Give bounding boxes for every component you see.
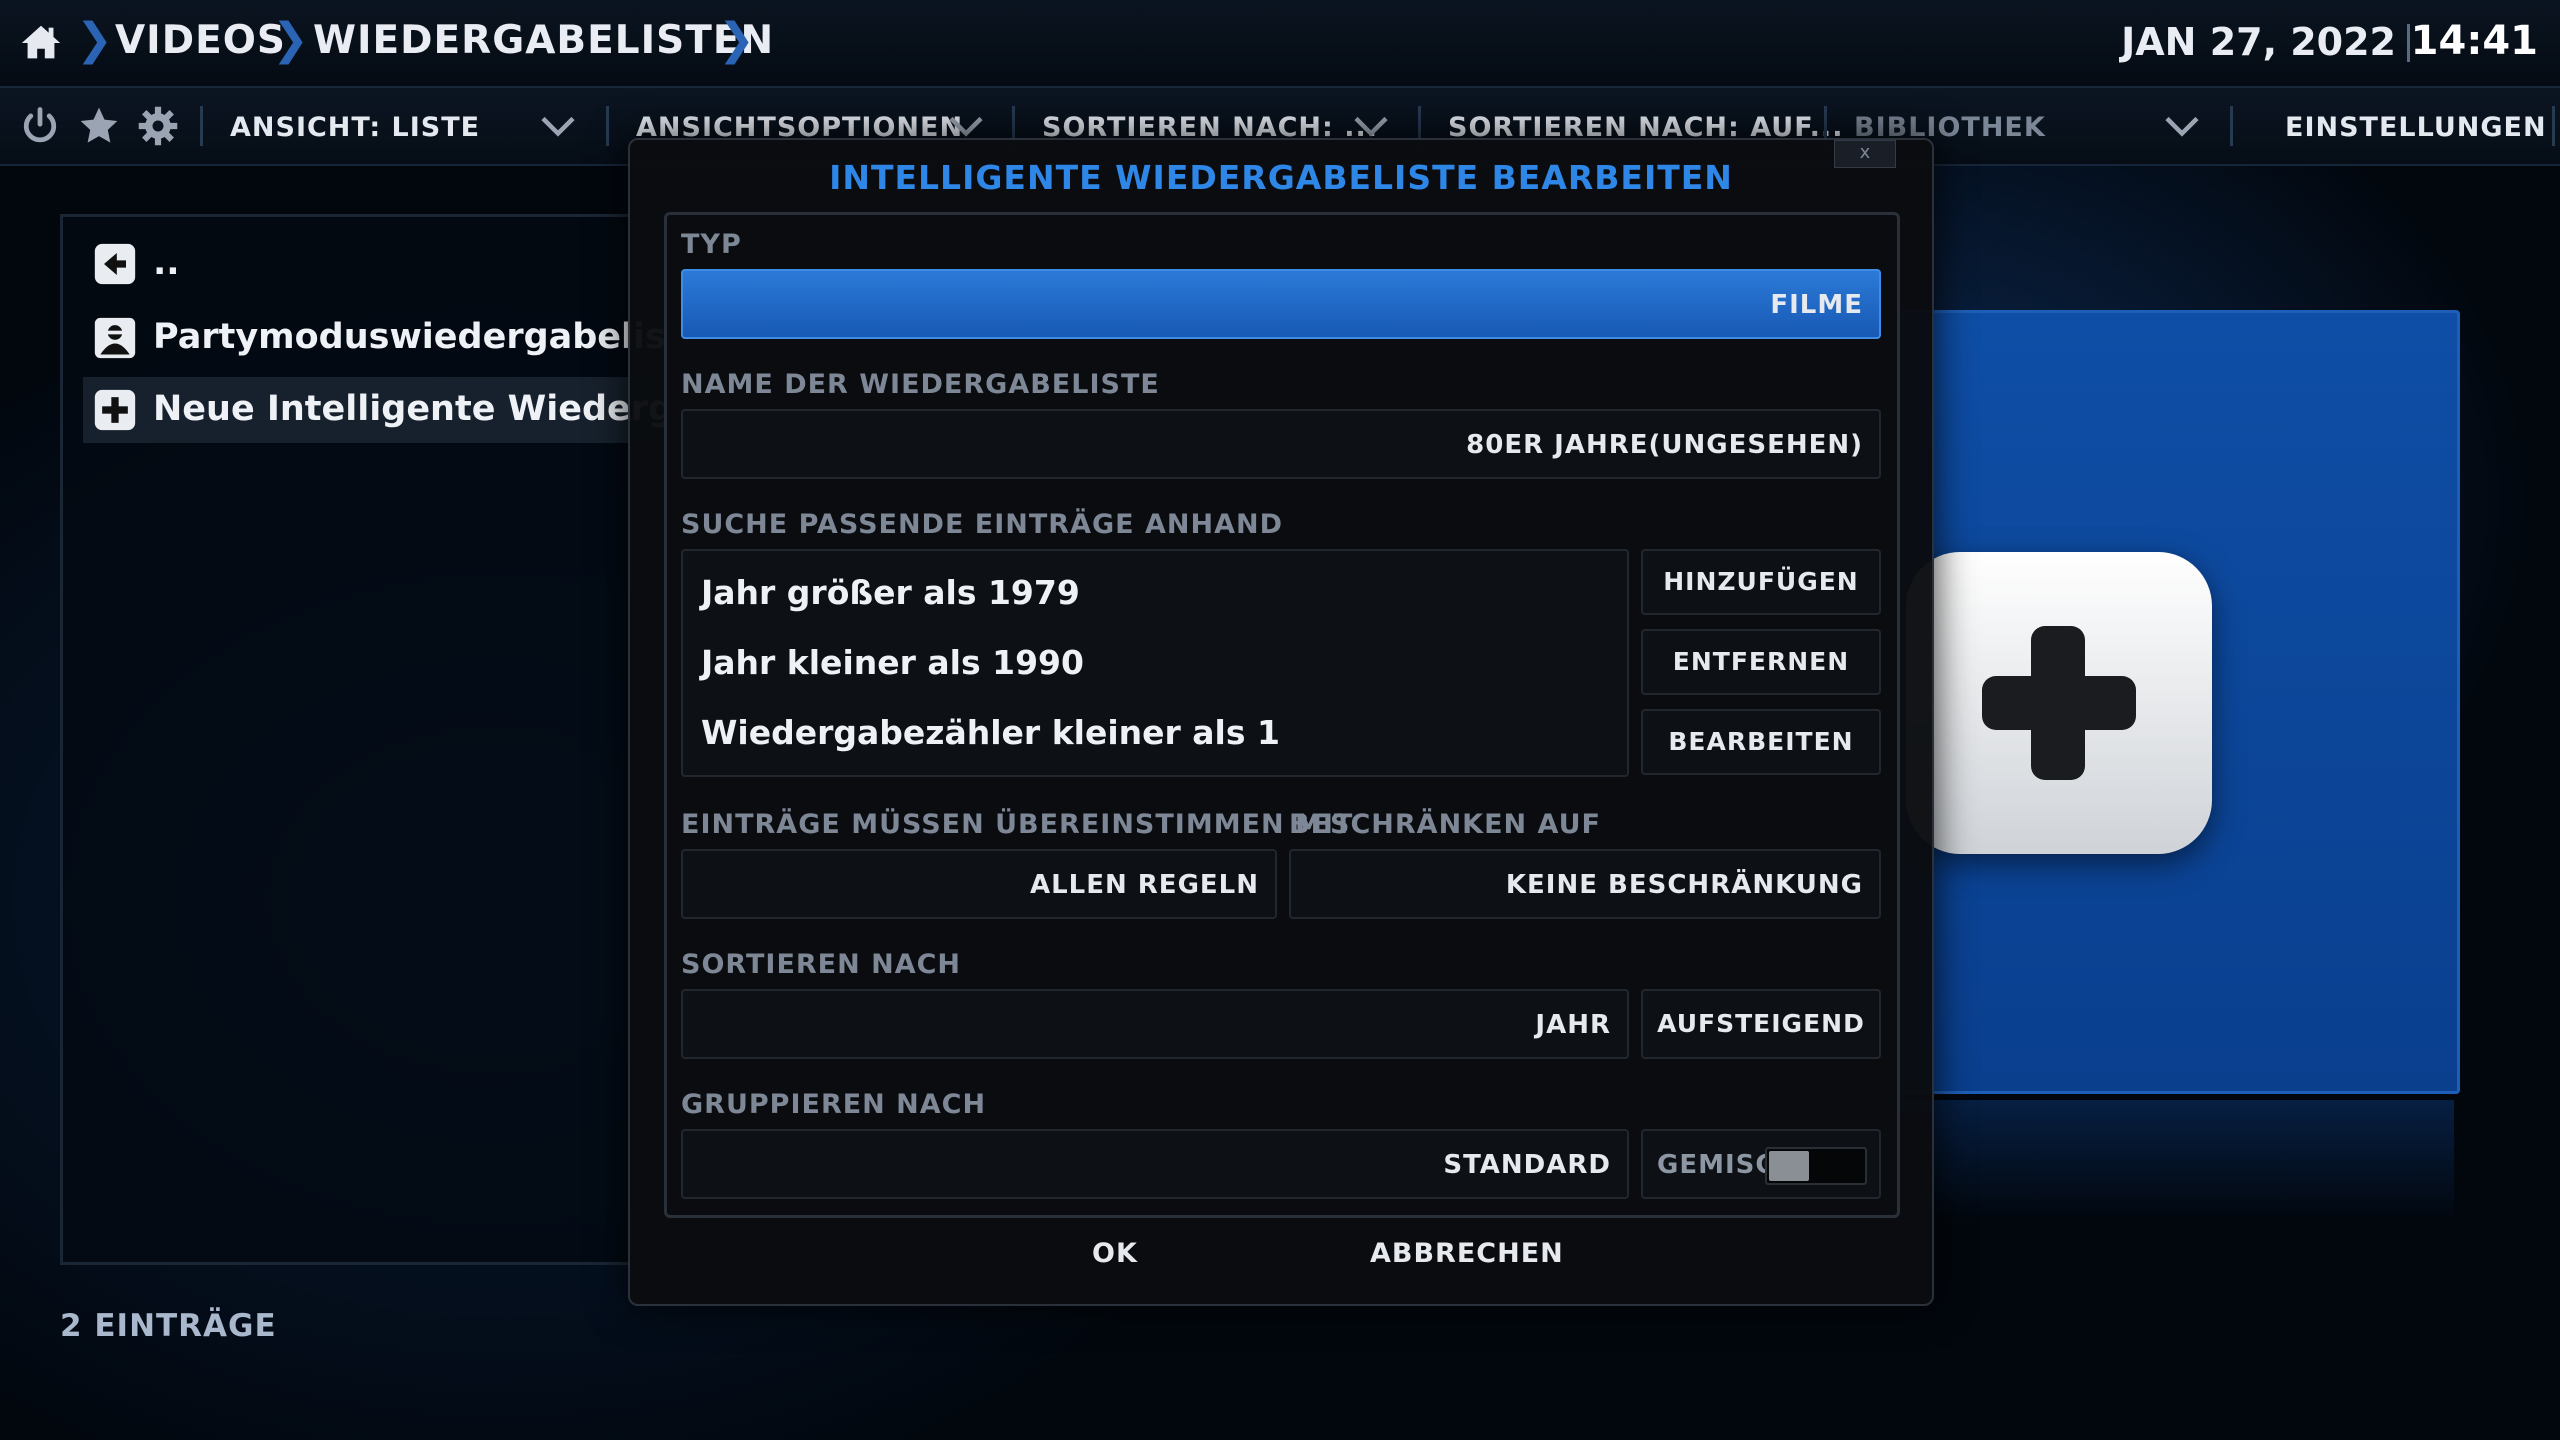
rules-list: Jahr größer als 1979 Jahr kleiner als 19… [681, 549, 1629, 777]
list-item-new-smart-playlist[interactable]: Neue Intelligente Wiedergabeliste... [83, 377, 871, 443]
breadcrumb-separator-icon: ❯ [76, 14, 113, 65]
playlist-list: .. Partymoduswiedergabeliste Neue Intell… [60, 214, 871, 1265]
rule-item[interactable]: Wiedergabezähler kleiner als 1 [701, 713, 1280, 752]
star-icon[interactable] [77, 104, 121, 148]
breadcrumb-separator-icon: ❯ [272, 14, 309, 65]
toolbar-divider [2230, 106, 2233, 146]
settings-button[interactable]: EINSTELLUNGEN [2285, 112, 2547, 143]
breadcrumb-videos[interactable]: VIDEOS [115, 18, 286, 63]
chevron-down-icon[interactable] [540, 114, 576, 138]
list-item-label: Partymoduswiedergabeliste [153, 317, 707, 357]
playlist-name-value: 80ER JAHRE(UNGESEHEN) [1466, 430, 1863, 460]
match-selector[interactable]: ALLEN REGELN [681, 849, 1277, 919]
rule-item[interactable]: Jahr größer als 1979 [701, 573, 1080, 612]
group-label: GRUPPIEREN NACH [681, 1089, 987, 1120]
edit-rule-button[interactable]: BEARBEITEN [1641, 709, 1881, 775]
date-display: JAN 27, 2022 [2121, 20, 2396, 64]
toolbar-divider [200, 106, 203, 146]
group-selector[interactable]: STANDARD [681, 1129, 1629, 1199]
power-icon[interactable] [18, 104, 62, 148]
list-item-label: .. [153, 243, 180, 283]
gear-icon[interactable] [136, 104, 180, 148]
breadcrumb-separator-icon: ❯ [718, 14, 755, 65]
toolbar-divider [2552, 106, 2555, 146]
view-mode-button[interactable]: ANSICHT: LISTE [230, 112, 480, 143]
dialog-title: INTELLIGENTE WIEDERGABELISTE BEARBEITEN [829, 158, 1733, 197]
remove-rule-button[interactable]: ENTFERNEN [1641, 629, 1881, 695]
plus-artwork-bar [1982, 676, 2136, 730]
type-label: TYP [681, 229, 742, 260]
back-icon [94, 243, 136, 285]
playlist-name-field[interactable]: 80ER JAHRE(UNGESEHEN) [681, 409, 1881, 479]
toolbar-divider [606, 106, 609, 146]
list-item-partymode[interactable]: Partymoduswiedergabeliste [83, 305, 706, 371]
cancel-button[interactable]: ABBRECHEN [1370, 1238, 1564, 1269]
clock-divider [2407, 24, 2410, 62]
rule-item[interactable]: Jahr kleiner als 1990 [701, 643, 1084, 682]
chevron-down-icon[interactable] [948, 114, 984, 138]
ok-button[interactable]: OK [1092, 1238, 1138, 1269]
item-count: 2 EINTRÄGE [60, 1308, 277, 1344]
mixed-toggle-button[interactable]: GEMISCHT [1641, 1129, 1881, 1199]
sort-label: SORTIEREN NACH [681, 949, 962, 980]
rules-label: SUCHE PASSENDE EINTRÄGE ANHAND [681, 509, 1283, 540]
artwork-reflection [1900, 1100, 2454, 1220]
chevron-down-icon[interactable] [2164, 114, 2200, 138]
dialog-content: TYP FILME NAME DER WIEDERGABELISTE 80ER … [664, 212, 1900, 1218]
limit-value: KEINE BESCHRÄNKUNG [1505, 870, 1863, 900]
sort-value: JAHR [1535, 1010, 1611, 1040]
smart-playlist-editor-dialog: INTELLIGENTE WIEDERGABELISTE BEARBEITEN … [628, 138, 1934, 1306]
breadcrumb-playlists[interactable]: WIEDERGABELISTEN [313, 18, 774, 63]
limit-label: BESCHRÄNKEN AUF [1289, 809, 1601, 840]
chevron-down-icon[interactable] [1353, 114, 1389, 138]
time-display: 14:41 [2410, 18, 2538, 64]
top-bar: ❯ VIDEOS ❯ WIEDERGABELISTEN ❯ JAN 27, 20… [0, 0, 2560, 88]
add-rule-button[interactable]: HINZUFÜGEN [1641, 549, 1881, 615]
sort-field-selector[interactable]: JAHR [681, 989, 1629, 1059]
home-icon[interactable] [18, 20, 64, 66]
type-selector[interactable]: FILME [681, 269, 1881, 339]
toggle-knob [1769, 1151, 1809, 1181]
plus-icon [94, 389, 136, 431]
list-item-parent[interactable]: .. [83, 231, 683, 297]
match-label: EINTRÄGE MÜSSEN ÜBEREINSTIMMEN MIT [681, 809, 1354, 840]
limit-selector[interactable]: KEINE BESCHRÄNKUNG [1289, 849, 1881, 919]
match-value: ALLEN REGELN [1029, 870, 1259, 900]
party-icon [94, 317, 136, 359]
mixed-toggle[interactable] [1765, 1147, 1867, 1185]
close-button[interactable]: x [1834, 140, 1896, 168]
playlist-name-label: NAME DER WIEDERGABELISTE [681, 369, 1160, 400]
type-value: FILME [1770, 290, 1863, 320]
sort-order-button[interactable]: AUFSTEIGEND [1641, 989, 1881, 1059]
group-value: STANDARD [1443, 1150, 1611, 1180]
